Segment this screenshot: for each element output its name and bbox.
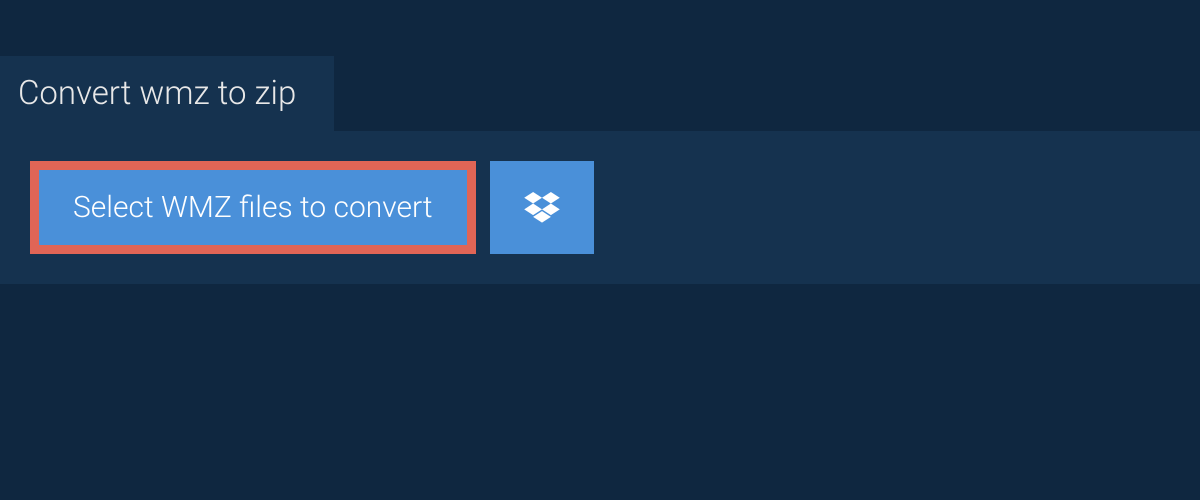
converter-panel: Select WMZ files to convert [0,131,1200,284]
select-files-button[interactable]: Select WMZ files to convert [30,161,476,254]
select-files-label: Select WMZ files to convert [73,190,433,225]
button-row: Select WMZ files to convert [30,161,1200,254]
dropbox-icon [524,192,560,224]
tab-title: Convert wmz to zip [18,74,296,113]
dropbox-button[interactable] [490,161,594,254]
tab-header: Convert wmz to zip [0,56,334,131]
